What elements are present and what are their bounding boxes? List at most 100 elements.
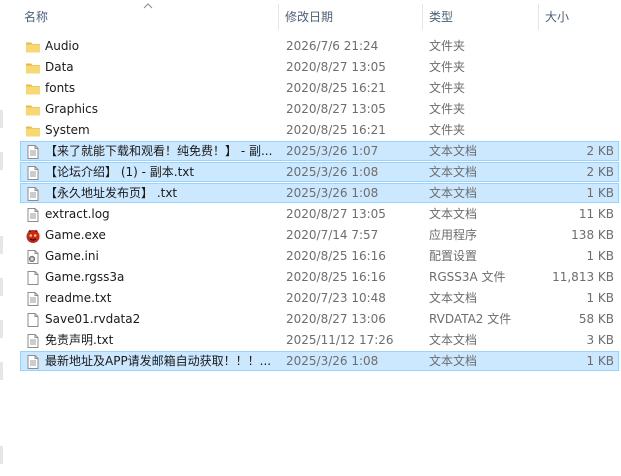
file-modified-date: 2020/8/25 16:21 bbox=[286, 81, 386, 95]
column-header-size[interactable]: 大小 bbox=[539, 0, 621, 34]
file-modified-date: 2020/7/14 7:57 bbox=[286, 228, 379, 242]
file-type: 文本文档 bbox=[429, 354, 478, 368]
file-name: Data bbox=[45, 60, 74, 74]
file-size: 1 KB bbox=[586, 354, 614, 368]
file-row[interactable]: Game.ini 2020/8/25 16:16 配置设置 1 KB bbox=[0, 246, 621, 267]
file-row[interactable]: Audio 2026/7/6 21:24 文件夹 bbox=[0, 36, 621, 57]
file-type: 文件夹 bbox=[429, 81, 466, 95]
file-type: 文本文档 bbox=[429, 291, 478, 305]
file-name: 最新地址及APP请发邮箱自动获取！！！... bbox=[45, 354, 272, 368]
text-file-icon bbox=[25, 291, 41, 307]
file-modified-date: 2025/11/12 17:26 bbox=[286, 333, 394, 347]
file-modified-date: 2020/8/27 13:05 bbox=[286, 207, 386, 221]
file-size bbox=[545, 99, 614, 120]
column-header-name[interactable]: 名称 bbox=[18, 0, 278, 34]
file-modified-date: 2020/8/27 13:06 bbox=[286, 312, 386, 326]
file-explorer-window: 名称 修改日期 类型 大小 Audio 2026/7/6 21:24 文件夹 Data… bbox=[0, 0, 621, 476]
text-file-icon bbox=[25, 144, 41, 160]
file-name: extract.log bbox=[45, 207, 110, 221]
file-row[interactable]: Graphics 2020/8/27 13:05 文件夹 bbox=[0, 99, 621, 120]
file-row[interactable]: Game.rgss3a 2020/8/25 16:16 RGSS3A 文件 11,81… bbox=[0, 267, 621, 288]
blank-file-icon bbox=[25, 270, 41, 286]
folder-icon bbox=[25, 123, 41, 139]
file-modified-date: 2025/3/26 1:07 bbox=[286, 144, 379, 158]
file-size: 3 KB bbox=[586, 333, 614, 347]
file-name: 免责声明.txt bbox=[45, 333, 114, 347]
file-size bbox=[545, 78, 614, 99]
file-modified-date: 2025/3/26 1:08 bbox=[286, 186, 379, 200]
file-row[interactable]: 最新地址及APP请发邮箱自动获取！！！... 2025/3/26 1:08 文本文档… bbox=[0, 351, 621, 372]
text-file-icon bbox=[25, 333, 41, 349]
blank-file-icon bbox=[25, 312, 41, 328]
file-type: 文件夹 bbox=[429, 102, 466, 116]
nav-pane-mark bbox=[0, 446, 3, 464]
file-type: 文本文档 bbox=[429, 165, 478, 179]
file-size: 2 KB bbox=[586, 165, 614, 179]
file-name: Game.ini bbox=[45, 249, 99, 263]
column-header-type[interactable]: 类型 bbox=[423, 0, 538, 34]
file-name: 【永久地址发布页】 .txt bbox=[45, 186, 178, 200]
folder-icon bbox=[25, 39, 41, 55]
file-type: 文本文档 bbox=[429, 207, 478, 221]
file-row[interactable]: 【来了就能下载和观看！纯免费！】 - 副... 2025/3/26 1:07 文本文… bbox=[0, 141, 621, 162]
file-row[interactable]: Game.exe 2020/7/14 7:57 应用程序 138 KB bbox=[0, 225, 621, 246]
file-modified-date: 2020/8/27 13:05 bbox=[286, 102, 386, 116]
file-row[interactable]: 【论坛介绍】 (1) - 副本.txt 2025/3/26 1:08 文本文档 2 K… bbox=[0, 162, 621, 183]
file-type: 文本文档 bbox=[429, 186, 478, 200]
file-type: 文件夹 bbox=[429, 39, 466, 53]
column-header-bar: 名称 修改日期 类型 大小 bbox=[0, 0, 621, 34]
file-name: 【论坛介绍】 (1) - 副本.txt bbox=[45, 165, 195, 179]
file-size: 1 KB bbox=[586, 249, 614, 263]
file-row[interactable]: 【永久地址发布页】 .txt 2025/3/26 1:08 文本文档 1 KB bbox=[0, 183, 621, 204]
file-modified-date: 2020/8/27 13:05 bbox=[286, 60, 386, 74]
folder-icon bbox=[25, 60, 41, 76]
file-name: Game.exe bbox=[45, 228, 106, 242]
game-exe-icon bbox=[25, 228, 41, 244]
file-name: readme.txt bbox=[45, 291, 112, 305]
file-name: System bbox=[45, 123, 90, 137]
file-name: Save01.rvdata2 bbox=[45, 312, 141, 326]
text-file-icon bbox=[25, 354, 41, 370]
file-name: fonts bbox=[45, 81, 76, 95]
file-row[interactable]: Data 2020/8/27 13:05 文件夹 bbox=[0, 57, 621, 78]
file-size: 1 KB bbox=[586, 186, 614, 200]
file-modified-date: 2020/8/25 16:16 bbox=[286, 270, 386, 284]
file-size: 11,813 KB bbox=[552, 270, 614, 284]
file-size: 11 KB bbox=[578, 207, 614, 221]
file-type: 文本文档 bbox=[429, 333, 478, 347]
file-row[interactable]: readme.txt 2020/7/23 10:48 文本文档 1 KB bbox=[0, 288, 621, 309]
file-name: 【来了就能下载和观看！纯免费！】 - 副... bbox=[45, 144, 273, 158]
file-name: Game.rgss3a bbox=[45, 270, 125, 284]
folder-icon bbox=[25, 102, 41, 118]
file-size bbox=[545, 120, 614, 141]
file-size: 1 KB bbox=[586, 291, 614, 305]
file-modified-date: 2025/3/26 1:08 bbox=[286, 165, 379, 179]
file-list: Audio 2026/7/6 21:24 文件夹 Data 2020/8/27 13:0… bbox=[0, 36, 621, 372]
file-row[interactable]: System 2020/8/25 16:21 文件夹 bbox=[0, 120, 621, 141]
file-row[interactable]: extract.log 2020/8/27 13:05 文本文档 11 KB bbox=[0, 204, 621, 225]
file-modified-date: 2020/8/25 16:21 bbox=[286, 123, 386, 137]
file-type: 文件夹 bbox=[429, 60, 466, 74]
file-type: RVDATA2 文件 bbox=[429, 312, 512, 326]
settings-file-icon bbox=[25, 249, 41, 265]
file-size: 138 KB bbox=[571, 228, 614, 242]
file-modified-date: 2025/3/26 1:08 bbox=[286, 354, 379, 368]
file-size: 2 KB bbox=[586, 144, 614, 158]
file-row[interactable]: Save01.rvdata2 2020/8/27 13:06 RVDATA2 文件 5… bbox=[0, 309, 621, 330]
file-row[interactable]: 免责声明.txt 2025/11/12 17:26 文本文档 3 KB bbox=[0, 330, 621, 351]
file-size bbox=[545, 36, 614, 57]
file-type: 应用程序 bbox=[429, 228, 478, 242]
file-size: 58 KB bbox=[578, 312, 614, 326]
file-modified-date: 2020/8/25 16:16 bbox=[286, 249, 386, 263]
column-header-date[interactable]: 修改日期 bbox=[279, 0, 422, 34]
file-name: Audio bbox=[45, 39, 80, 53]
text-file-icon bbox=[25, 165, 41, 181]
file-size bbox=[545, 57, 614, 78]
text-file-icon bbox=[25, 186, 41, 202]
file-type: 配置设置 bbox=[429, 249, 478, 263]
file-row[interactable]: fonts 2020/8/25 16:21 文件夹 bbox=[0, 78, 621, 99]
file-type: 文本文档 bbox=[429, 144, 478, 158]
file-type: RGSS3A 文件 bbox=[429, 270, 506, 284]
file-name: Graphics bbox=[45, 102, 98, 116]
file-modified-date: 2026/7/6 21:24 bbox=[286, 39, 379, 53]
